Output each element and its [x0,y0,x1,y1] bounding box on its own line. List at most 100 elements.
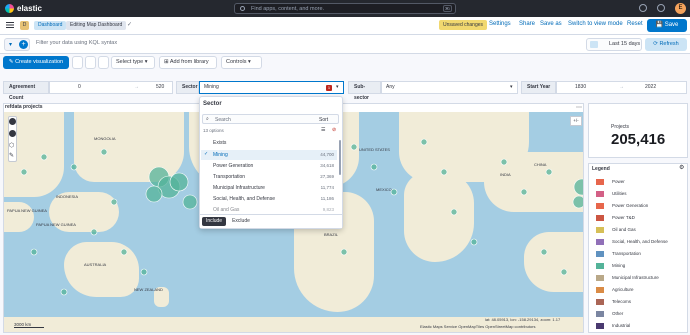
list-view-icon[interactable]: ☰ [321,127,325,133]
agreement-max[interactable]: 520 [156,82,164,93]
dropdown-scrollbar[interactable] [339,140,341,175]
include-button[interactable]: Include [202,217,226,226]
zoom-in-icon[interactable] [9,118,16,125]
start-year-min[interactable]: 1830 [575,82,586,93]
map-attribution[interactable]: Elastic Maps Service OpenMapTiles OpenSt… [420,324,535,329]
legend-toggle-button[interactable]: +/- [570,116,582,126]
dropdown-search-input[interactable]: ⌕ Search Sort [202,114,339,124]
legend-panel [588,163,688,333]
settings-link[interactable]: Settings [489,21,511,27]
global-search-input[interactable]: Find apps, content, and more. [234,3,456,14]
cluster-bubble[interactable] [60,288,68,296]
legend-item: Utilities [612,191,627,196]
cluster-bubble[interactable] [340,248,348,256]
help-icon[interactable] [639,4,647,12]
share-link[interactable]: Share [519,21,535,27]
cluster-bubble[interactable] [573,178,583,196]
chevron-down-icon: ▾ [510,84,513,90]
elastic-logo-icon[interactable] [5,4,14,13]
legend-swatch [596,227,604,233]
cluster-bubble[interactable] [450,208,458,216]
create-visualization-button[interactable]: ✎ Create visualization [3,56,69,69]
cluster-bubble[interactable] [20,168,28,176]
sub-sector-label: Sub-sector [348,81,381,101]
option-municipal-infrastructure[interactable]: Municipal Infrastructure [213,185,265,191]
save-as-link[interactable]: Save as [540,21,562,27]
chevron-down-icon: ▾ [336,84,339,90]
elastic-wordmark[interactable]: elastic [17,4,42,13]
draw-bounds-icon[interactable]: ✎ [9,152,14,159]
legend-settings-icon[interactable]: ⚙ [679,164,684,171]
breadcrumb-dashboard[interactable]: Dashboard [34,21,67,30]
option-power-generation[interactable]: Power Generation [213,163,253,169]
panel-options-icon[interactable]: ⋯ [576,104,582,111]
legend-item: Social, Health, and Defense [612,239,668,244]
clear-selection-icon[interactable]: ⊘ [332,127,336,133]
cluster-bubble[interactable] [40,153,48,161]
cluster-bubble[interactable] [169,172,189,192]
toolbar-icon-image[interactable] [85,56,96,69]
search-icon [240,6,245,11]
cluster-bubble[interactable] [90,228,98,236]
cluster-bubble[interactable] [100,148,108,156]
user-avatar[interactable]: E [675,3,686,14]
news-icon[interactable] [657,4,665,12]
option-social-health-defense[interactable]: Social, Health, and Defense [213,196,275,202]
toolbar-icon-text[interactable] [72,56,83,69]
select-type-button[interactable]: Select type ▾ [111,56,155,69]
cluster-bubble[interactable] [350,143,358,151]
space-badge[interactable]: D [20,21,29,30]
cluster-bubble[interactable] [370,163,378,171]
cluster-bubble[interactable] [70,163,78,171]
exclude-button[interactable]: Exclude [228,217,254,226]
switch-view-link[interactable]: Switch to view mode [568,21,623,27]
cluster-bubble[interactable] [120,248,128,256]
cluster-bubble[interactable] [110,198,118,206]
reset-link[interactable]: Reset [627,21,643,27]
cluster-bubble[interactable] [540,248,548,256]
refresh-button[interactable]: ⟳ Refresh [645,38,687,51]
legend-swatch [596,287,604,293]
cluster-bubble[interactable] [572,195,583,209]
cluster-bubble[interactable] [545,168,553,176]
zoom-out-icon[interactable] [9,130,16,137]
cluster-bubble[interactable] [470,238,478,246]
sub-sector-select[interactable]: Any ▾ [381,81,518,94]
toolbar-icon-markdown[interactable] [98,56,109,69]
cluster-bubble[interactable] [145,185,163,203]
sort-button[interactable]: Sort [319,117,328,123]
option-transportation[interactable]: Transportation [213,174,245,180]
calendar-icon[interactable] [590,41,598,48]
menu-icon[interactable] [6,22,14,23]
cluster-bubble[interactable] [182,194,198,210]
kql-query-input[interactable]: Filter your data using KQL syntax [36,40,117,46]
cluster-bubble[interactable] [390,188,398,196]
option-oil-and-gas[interactable]: Oil and Gas [213,207,239,213]
dropdown-search-placeholder: Search [215,117,231,123]
cluster-bubble[interactable] [30,248,38,256]
cluster-bubble[interactable] [440,168,448,176]
start-year-range[interactable]: 1830 → 2022 [556,81,687,94]
draw-shape-icon[interactable]: ⬡ [9,142,14,149]
controls-button[interactable]: Controls ▾ [221,56,262,69]
query-menu-button[interactable]: ▾ + [4,38,30,51]
sector-value: Mining [204,84,219,90]
legend-item: Oil and Gas [612,227,636,232]
map-panel-title: refdata projects [5,104,43,110]
save-button[interactable]: 💾 Save [647,19,687,32]
exists-option[interactable]: Exists [213,140,226,146]
legend-swatch [596,311,604,317]
cluster-bubble[interactable] [420,138,428,146]
cluster-bubble[interactable] [500,158,508,166]
add-filter-icon[interactable]: + [19,40,28,49]
legend-swatch [596,263,604,269]
option-mining[interactable]: Mining [213,152,228,158]
cluster-bubble[interactable] [520,188,528,196]
start-year-max[interactable]: 2022 [645,82,656,93]
agreement-min[interactable]: 0 [78,82,81,93]
cluster-bubble[interactable] [560,268,568,276]
add-from-library-button[interactable]: ⊞ Add from library [159,56,217,69]
agreement-count-range[interactable]: 0 → 520 [49,81,173,94]
cluster-bubble[interactable] [140,268,148,276]
sector-select[interactable]: Mining 1 ▾ [199,81,344,94]
